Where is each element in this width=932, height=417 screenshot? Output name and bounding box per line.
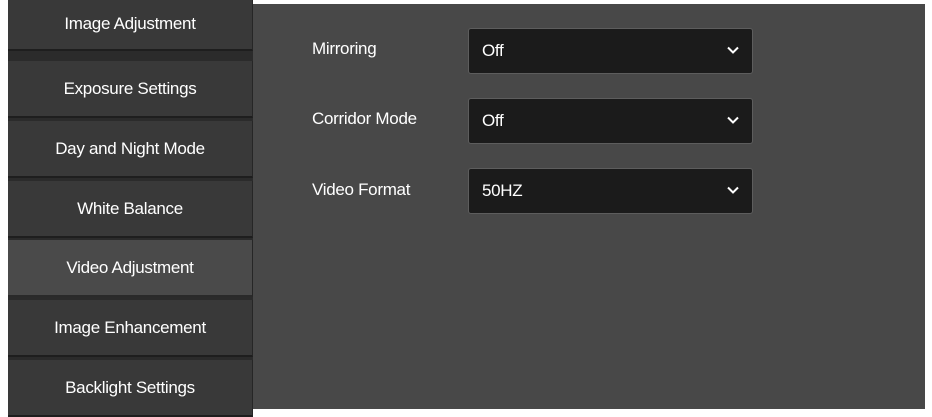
sidebar-item-label: White Balance [77, 199, 183, 218]
chevron-down-icon [727, 186, 739, 194]
sidebar-item-image-adjustment[interactable]: Image Adjustment [8, 0, 253, 51]
sidebar-item-white-balance[interactable]: White Balance [8, 181, 253, 238]
video-format-select[interactable]: 50HZ [468, 168, 753, 214]
sidebar-item-label: Day and Night Mode [55, 139, 205, 158]
sidebar-item-image-enhancement[interactable]: Image Enhancement [8, 300, 253, 357]
sidebar-item-day-and-night-mode[interactable]: Day and Night Mode [8, 121, 253, 178]
sidebar-item-label: Image Enhancement [54, 318, 206, 337]
chevron-down-icon [727, 46, 739, 54]
sidebar-item-video-adjustment[interactable]: Video Adjustment [8, 240, 253, 297]
sidebar-menu: Image Adjustment Exposure Settings Day a… [8, 0, 253, 417]
settings-panel: Mirroring Off Corridor Mode Off Video Fo… [253, 4, 925, 409]
chevron-down-icon [727, 116, 739, 124]
corridor-mode-select[interactable]: Off [468, 98, 753, 144]
sidebar-item-exposure-settings[interactable]: Exposure Settings [8, 61, 253, 118]
page-frame: Image Adjustment Exposure Settings Day a… [0, 0, 932, 417]
mirroring-value: Off [482, 41, 504, 60]
sidebar-item-label: Image Adjustment [64, 14, 196, 33]
video-format-label: Video Format [312, 180, 411, 199]
corridor-mode-value: Off [482, 111, 504, 130]
sidebar-item-label: Backlight Settings [65, 378, 195, 397]
corridor-mode-label: Corridor Mode [312, 109, 417, 128]
sidebar-item-label: Video Adjustment [66, 258, 194, 277]
sidebar-item-backlight-settings[interactable]: Backlight Settings [8, 360, 253, 417]
mirroring-select[interactable]: Off [468, 28, 753, 74]
video-format-value: 50HZ [482, 181, 523, 200]
mirroring-label: Mirroring [312, 39, 377, 58]
sidebar-item-label: Exposure Settings [63, 79, 197, 98]
